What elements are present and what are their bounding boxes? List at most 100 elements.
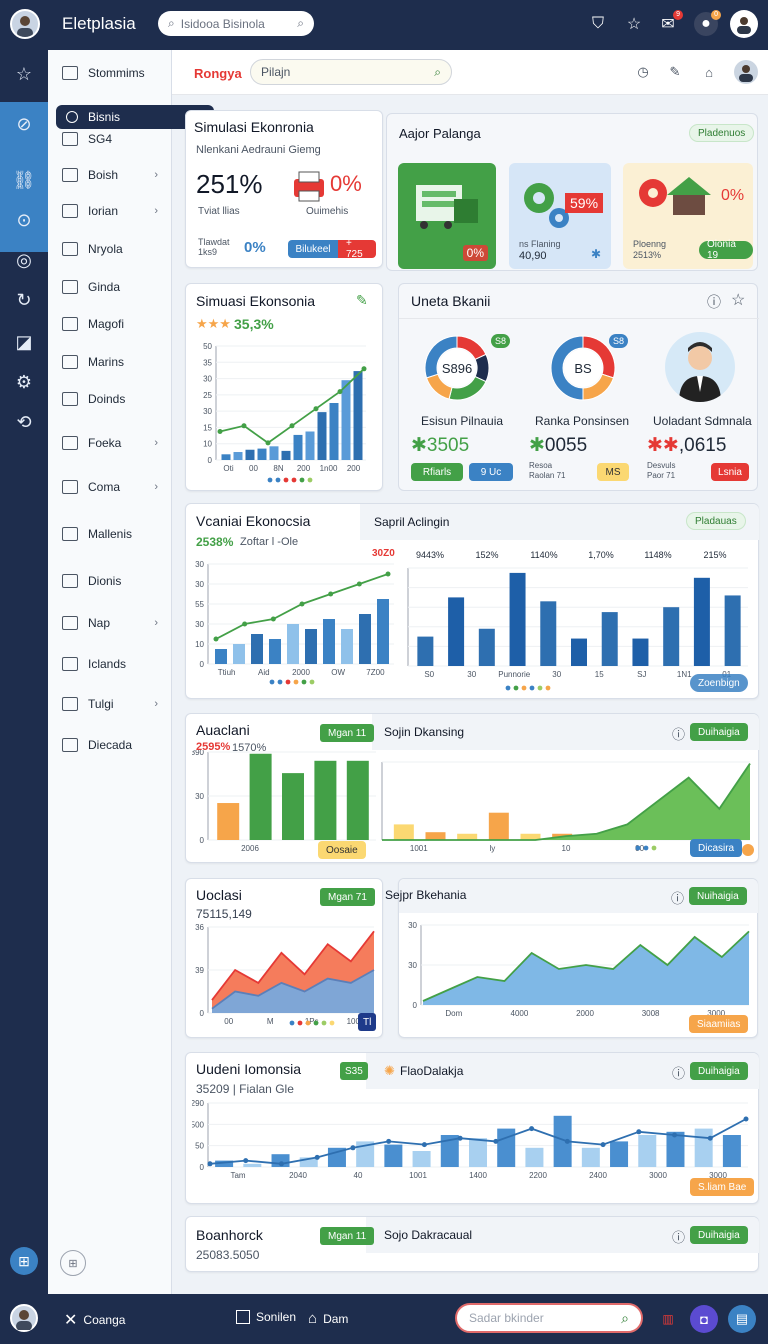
- tile-button[interactable]: Oionia 19: [699, 239, 753, 261]
- bottom-search-input[interactable]: Sadar bkinder ⌕: [455, 1303, 643, 1333]
- history-icon[interactable]: ⟲: [12, 410, 36, 434]
- sidebar-item-6[interactable]: Ginda: [62, 276, 166, 298]
- legend-dot: [283, 477, 289, 483]
- item-button[interactable]: Lsnia: [711, 463, 749, 481]
- info-icon[interactable]: ⓘ: [707, 292, 721, 312]
- status-pill[interactable]: Nuihaigia: [689, 887, 747, 905]
- bell-icon[interactable]: ● 0: [694, 10, 721, 36]
- red-button[interactable]: + 725: [338, 238, 376, 260]
- sidebar-item-label: Diecada: [88, 738, 133, 752]
- status-pill[interactable]: Pladauas: [686, 512, 746, 530]
- y-tick-label: 30: [195, 620, 204, 629]
- sidebar-item-10[interactable]: Foeka ›: [62, 432, 166, 454]
- legend-dot: [635, 845, 641, 851]
- sidebar-item-2[interactable]: SG4: [62, 128, 166, 150]
- sidebar-item-14[interactable]: Nap ›: [62, 612, 166, 634]
- user-avatar[interactable]: [10, 1304, 38, 1332]
- user-avatar[interactable]: [10, 9, 40, 39]
- sidebar-item-12[interactable]: Mallenis: [62, 523, 166, 545]
- chart-button[interactable]: Tl: [358, 1013, 377, 1031]
- star-icon[interactable]: ☆: [12, 62, 36, 86]
- refresh-icon[interactable]: ↻: [12, 288, 36, 312]
- y-tick-label: 30: [408, 961, 417, 970]
- status-pill[interactable]: Duihaigia: [690, 1062, 748, 1080]
- target-icon[interactable]: ◎: [12, 248, 36, 272]
- status-pill[interactable]: Duihaigia: [690, 723, 748, 741]
- info-icon[interactable]: ⓘ: [672, 724, 685, 743]
- blue-button[interactable]: Bilukeel: [288, 240, 338, 258]
- y-tick-label: 35: [203, 358, 212, 367]
- chart-button[interactable]: S.liam Bae: [690, 1178, 755, 1196]
- brand-label[interactable]: Rongya: [194, 66, 242, 81]
- sidebar-item-7[interactable]: Magofi: [62, 313, 166, 335]
- sidebar-item-label: Magofi: [88, 317, 125, 331]
- data-point: [265, 440, 271, 446]
- bottom-item-3[interactable]: ⌂ Dam: [308, 1310, 348, 1327]
- edit-icon[interactable]: ✎: [356, 292, 368, 309]
- chart-button[interactable]: Zoenbign: [690, 674, 748, 692]
- chat-icon[interactable]: ◘: [690, 1305, 718, 1333]
- book-icon[interactable]: ◪: [12, 330, 36, 354]
- satellite-icon[interactable]: ⊙: [12, 208, 36, 232]
- tile-house[interactable]: 0% Ploenng 2513% Oionia 19: [623, 163, 753, 269]
- y-tick-label: 30: [404, 564, 405, 573]
- shield-icon[interactable]: ⛉: [586, 12, 610, 36]
- tile-warehouse[interactable]: 0%: [398, 163, 496, 269]
- sidebar-settings-icon[interactable]: ⊞: [60, 1250, 86, 1276]
- tag-pill[interactable]: S35: [340, 1062, 368, 1080]
- tile-gears[interactable]: 59% ns Flaning 40,90 ✱: [509, 163, 611, 269]
- tag-pill[interactable]: Mgan 11: [320, 724, 375, 742]
- sidebar-item-8[interactable]: Marins: [62, 351, 166, 373]
- top-search-input[interactable]: ⌕ Isidooa Bisinola ⌕: [158, 11, 314, 36]
- item-button[interactable]: 9 Uc: [469, 463, 513, 481]
- sidebar-item-0[interactable]: Stommims: [62, 62, 166, 84]
- status-pill[interactable]: Pladenuos: [689, 124, 755, 142]
- profile-avatar[interactable]: [734, 60, 758, 84]
- sidebar-item-16[interactable]: Tulgi ›: [62, 693, 166, 715]
- sidebar-item-15[interactable]: Iclands: [62, 653, 166, 675]
- gear-icon[interactable]: ⚙: [12, 370, 36, 394]
- info-icon[interactable]: ⓘ: [671, 888, 684, 907]
- info-icon[interactable]: ⓘ: [672, 1227, 685, 1246]
- tag-pill[interactable]: Mgan 11: [320, 1227, 375, 1245]
- chart-button[interactable]: Dicasira: [690, 839, 743, 857]
- link-icon[interactable]: ⛓: [12, 168, 36, 192]
- chat-icon[interactable]: ✉ 9: [656, 10, 683, 36]
- clock-icon[interactable]: ◷: [634, 63, 652, 81]
- grid-icon[interactable]: ⊞: [10, 1247, 38, 1275]
- sidebar-item-13[interactable]: Dionis: [62, 570, 166, 592]
- legend-dot: [269, 679, 275, 685]
- sidebar-item-17[interactable]: Diecada: [62, 734, 166, 756]
- item-button[interactable]: MS: [597, 463, 629, 481]
- legend-dot: [299, 477, 305, 483]
- item-value-text: ,0615: [678, 435, 727, 456]
- status-pill[interactable]: Duihaigia: [690, 1226, 748, 1244]
- sidebar-item-3[interactable]: Boish ›: [62, 164, 166, 186]
- chart-button[interactable]: Siaamiias: [689, 1015, 749, 1033]
- sidebar-item-9[interactable]: Doinds: [62, 388, 166, 410]
- info-icon[interactable]: ⓘ: [672, 1063, 685, 1082]
- sidebar-item-label: Tulgi: [88, 697, 114, 711]
- bottom-item-2[interactable]: Sonilen: [236, 1310, 296, 1324]
- chart-icon[interactable]: ▥: [654, 1305, 682, 1333]
- edit-icon[interactable]: ✎: [666, 63, 684, 81]
- sidebar-item-4[interactable]: Iorian ›: [62, 200, 166, 222]
- bell-icon[interactable]: ⌂: [700, 63, 718, 81]
- file-icon: [62, 355, 78, 369]
- item-button[interactable]: Rfiarls: [411, 463, 463, 481]
- profile-avatar[interactable]: [730, 10, 758, 38]
- star-icon[interactable]: ☆: [622, 12, 646, 36]
- close-button[interactable]: ✕ Coanga: [64, 1310, 125, 1330]
- chart-badge[interactable]: Oosaie: [318, 841, 366, 859]
- sidebar-item-11[interactable]: Coma ›: [62, 476, 166, 498]
- content-search-input[interactable]: Pilajn ⌕: [250, 59, 452, 85]
- sidebar-item-label: Boish: [88, 168, 119, 182]
- data-point: [207, 1161, 213, 1167]
- document-icon[interactable]: ▤: [728, 1305, 756, 1333]
- tag-pill[interactable]: Mgan 71: [320, 888, 375, 906]
- sidebar-item-5[interactable]: Nryola: [62, 238, 166, 260]
- star-icon[interactable]: ☆: [731, 290, 745, 310]
- compass-icon[interactable]: ⊘: [12, 112, 36, 136]
- key-icon: [62, 574, 78, 588]
- rating-value: 35,3%: [234, 316, 274, 332]
